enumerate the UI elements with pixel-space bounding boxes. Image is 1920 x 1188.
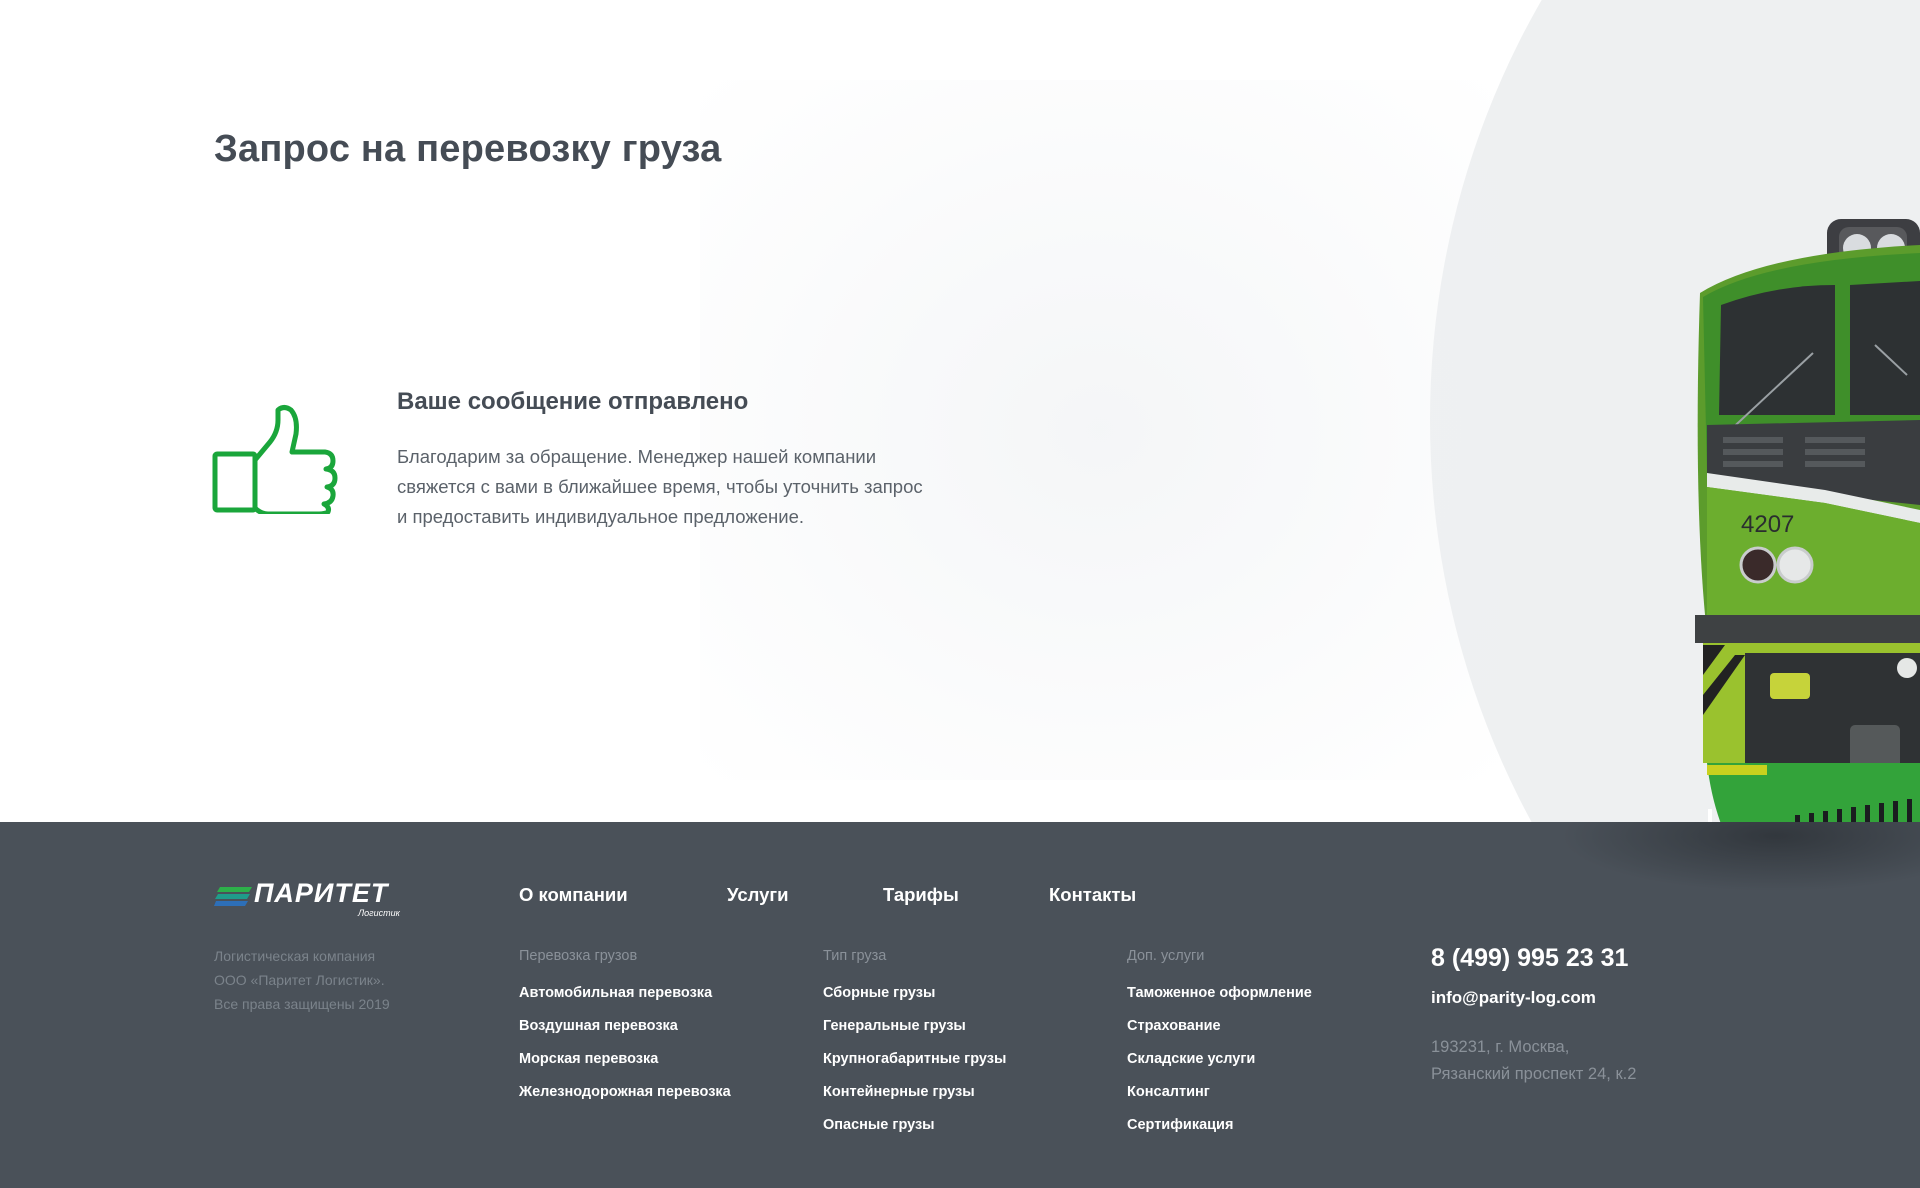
background-glow bbox=[700, 80, 1500, 780]
column-heading: Доп. услуги bbox=[1127, 948, 1205, 964]
message-line: и предоставить индивидуальное предложени… bbox=[397, 506, 805, 527]
footer-column-extra-services: Доп. услуги Таможенное оформление Страхо… bbox=[1127, 944, 1312, 1142]
link-insurance[interactable]: Страхование bbox=[1127, 1010, 1312, 1043]
footer: ПАРИТЕТ Логистик Логистическая компания … bbox=[0, 822, 1920, 1188]
logo-name: ПАРИТЕТ bbox=[254, 878, 389, 908]
link-certification[interactable]: Сертификация bbox=[1127, 1109, 1312, 1142]
address-line: 193231, г. Москва, bbox=[1431, 1038, 1570, 1056]
link-container-cargo[interactable]: Контейнерные грузы bbox=[823, 1076, 1006, 1109]
legal-line: Логистическая компания bbox=[214, 948, 376, 964]
logo-stripes-icon bbox=[214, 887, 252, 906]
nav-contacts[interactable]: Контакты bbox=[1049, 884, 1136, 906]
locomotive-image: 4207 bbox=[1695, 219, 1920, 822]
logo-subtitle: Логистик bbox=[358, 908, 400, 918]
hero-section: Запрос на перевозку груза Ваше сообщение… bbox=[0, 0, 1920, 822]
nav-services[interactable]: Услуги bbox=[727, 884, 789, 906]
link-rail-transport[interactable]: Железнодорожная перевозка bbox=[519, 1076, 731, 1109]
page-title: Запрос на перевозку груза bbox=[214, 128, 722, 170]
contact-address: 193231, г. Москва, Рязанский проспект 24… bbox=[1431, 1034, 1636, 1088]
footer-column-transport: Перевозка грузов Автомобильная перевозка… bbox=[519, 944, 731, 1109]
message-line: Благодарим за обращение. Менеджер нашей … bbox=[397, 446, 877, 467]
link-consulting[interactable]: Консалтинг bbox=[1127, 1076, 1312, 1109]
legal-line: ООО «Паритет Логистик». bbox=[214, 972, 385, 988]
link-dangerous-cargo[interactable]: Опасные грузы bbox=[823, 1109, 1006, 1142]
link-air-transport[interactable]: Воздушная перевозка bbox=[519, 1010, 731, 1043]
thumbs-up-icon bbox=[212, 405, 338, 514]
column-heading: Перевозка грузов bbox=[519, 948, 638, 964]
link-general-cargo[interactable]: Генеральные грузы bbox=[823, 1010, 1006, 1043]
link-consolidated-cargo[interactable]: Сборные грузы bbox=[823, 977, 1006, 1010]
footer-column-cargo-type: Тип груза Сборные грузы Генеральные груз… bbox=[823, 944, 1006, 1142]
legal-info: Логистическая компания ООО «Паритет Логи… bbox=[214, 944, 390, 1016]
contact-email[interactable]: info@parity-log.com bbox=[1431, 988, 1596, 1008]
link-sea-transport[interactable]: Морская перевозка bbox=[519, 1043, 731, 1076]
locomotive-number: 4207 bbox=[1741, 511, 1794, 538]
address-line: Рязанский проспект 24, к.2 bbox=[1431, 1065, 1637, 1083]
message-line: свяжется с вами в ближайшее время, чтобы… bbox=[397, 476, 923, 497]
link-warehouse[interactable]: Складские услуги bbox=[1127, 1043, 1312, 1076]
legal-line: Все права защищены 2019 bbox=[214, 996, 390, 1012]
link-customs[interactable]: Таможенное оформление bbox=[1127, 977, 1312, 1010]
link-auto-transport[interactable]: Автомобильная перевозка bbox=[519, 977, 731, 1010]
message-title: Ваше сообщение отправлено bbox=[397, 388, 749, 415]
contact-phone[interactable]: 8 (499) 995 23 31 bbox=[1431, 944, 1628, 973]
nav-about[interactable]: О компании bbox=[519, 884, 628, 906]
footer-logo[interactable]: ПАРИТЕТ Логистик bbox=[214, 878, 414, 918]
nav-tariffs[interactable]: Тарифы bbox=[883, 884, 959, 906]
column-heading: Тип груза bbox=[823, 948, 887, 964]
link-oversized-cargo[interactable]: Крупногабаритные грузы bbox=[823, 1043, 1006, 1076]
message-text: Благодарим за обращение. Менеджер нашей … bbox=[397, 442, 997, 532]
locomotive-shadow bbox=[1560, 822, 1920, 892]
